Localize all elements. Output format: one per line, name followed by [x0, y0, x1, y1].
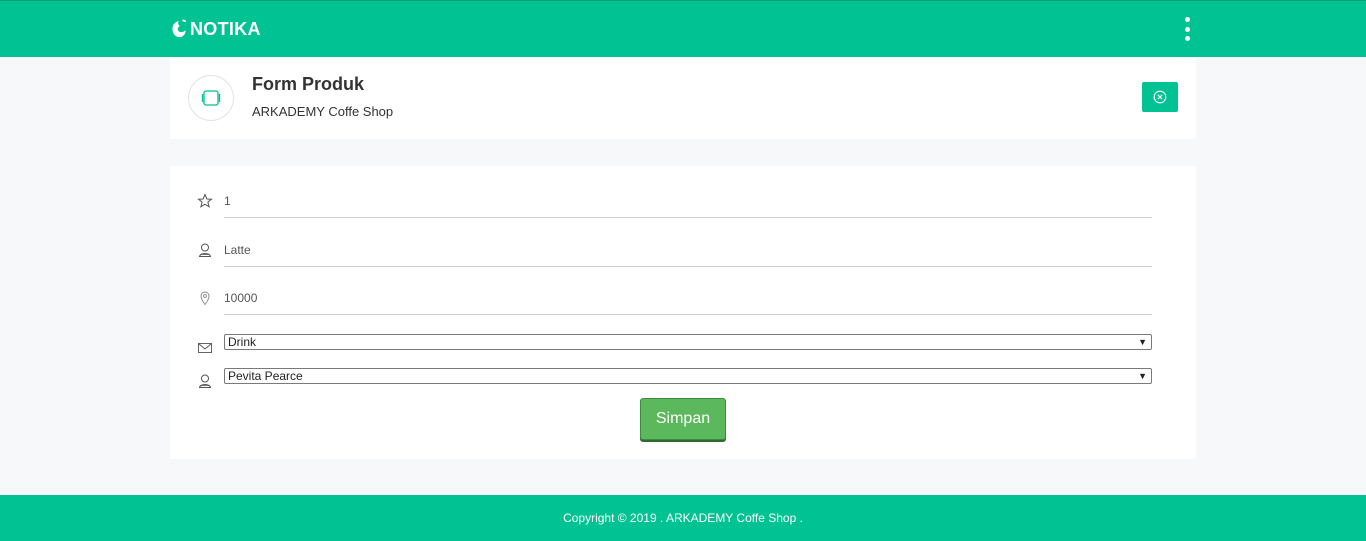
page-header: Form Produk ARKADEMY Coffe Shop: [170, 57, 1196, 139]
user-icon: [198, 374, 212, 388]
price-input[interactable]: [224, 281, 1152, 315]
close-button[interactable]: [1142, 82, 1178, 112]
vertical-dots-icon[interactable]: [1180, 17, 1194, 41]
product-name-input[interactable]: [224, 233, 1152, 267]
top-navbar: NOTIKA: [0, 0, 1366, 57]
page-subtitle: ARKADEMY Coffe Shop: [252, 104, 394, 119]
footer: Copyright © 2019 . ARKADEMY Coffe Shop .: [0, 495, 1366, 541]
brand-logo[interactable]: NOTIKA: [170, 16, 261, 42]
mail-icon: [198, 343, 212, 353]
star-icon: [197, 193, 213, 208]
category-select[interactable]: Drink ▼: [224, 334, 1152, 350]
user-select-value: Pevita Pearce: [228, 369, 303, 383]
tablet-icon: [188, 75, 234, 121]
close-circle-icon: [1153, 90, 1167, 104]
copyright-text: Copyright © 2019 . ARKADEMY Coffe Shop .: [563, 511, 803, 525]
chevron-down-icon: ▼: [1138, 337, 1147, 347]
user-select[interactable]: Pevita Pearce ▼: [224, 368, 1152, 384]
page-title: Form Produk: [252, 74, 365, 94]
product-form: Drink ▼ Pevita Pearce ▼ Simpan: [170, 166, 1196, 459]
map-pin-icon: [200, 291, 210, 306]
category-select-value: Drink: [228, 335, 257, 349]
chevron-down-icon: ▼: [1138, 371, 1147, 381]
save-button[interactable]: Simpan: [640, 398, 726, 440]
notika-logo-icon: [172, 19, 186, 38]
brand-name: NOTIKA: [190, 18, 261, 39]
id-input[interactable]: [224, 184, 1152, 218]
user-icon: [198, 243, 212, 257]
